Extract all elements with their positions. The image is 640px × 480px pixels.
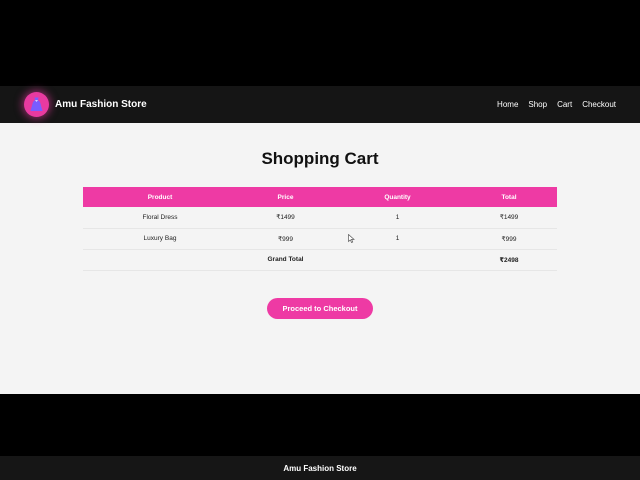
cell-empty (334, 249, 461, 271)
nav-link-checkout[interactable]: Checkout (582, 100, 616, 109)
navbar: Amu Fashion Store Home Shop Cart Checkou… (0, 86, 640, 123)
cell-product: Luxury Bag (83, 228, 237, 250)
nav-link-shop[interactable]: Shop (528, 100, 547, 109)
cell-price: ₹999 (237, 228, 334, 250)
proceed-to-checkout-button[interactable]: Proceed to Checkout (267, 298, 373, 319)
column-header-product: Product (83, 187, 237, 207)
column-header-quantity: Quantity (334, 187, 461, 207)
web-page: Amu Fashion Store Home Shop Cart Checkou… (0, 86, 640, 480)
nav-links: Home Shop Cart Checkout (497, 100, 616, 109)
footer-text: Amu Fashion Store (283, 463, 357, 473)
dress-icon (24, 92, 49, 117)
mouse-cursor-icon (348, 234, 355, 243)
cell-total: ₹1499 (461, 207, 557, 229)
cell-empty (83, 249, 237, 271)
cell-total: ₹999 (461, 228, 557, 250)
nav-link-home[interactable]: Home (497, 100, 518, 109)
table-row: Floral Dress ₹1499 1 ₹1499 (83, 207, 557, 229)
nav-link-cart[interactable]: Cart (557, 100, 572, 109)
footer: Amu Fashion Store (0, 456, 640, 480)
brand[interactable]: Amu Fashion Store (24, 92, 147, 117)
page-title: Shopping Cart (261, 149, 379, 168)
column-header-price: Price (237, 187, 334, 207)
table-row: Luxury Bag ₹999 1 ₹999 (83, 228, 557, 250)
cell-price: ₹1499 (237, 207, 334, 229)
brand-name: Amu Fashion Store (55, 99, 147, 110)
column-header-total: Total (461, 187, 557, 207)
grand-total-value: ₹2498 (461, 249, 557, 271)
grand-total-label: Grand Total (237, 249, 334, 271)
cell-quantity: 1 (334, 207, 461, 229)
cell-product: Floral Dress (83, 207, 237, 229)
cart-table: Product Price Quantity Total Floral Dres… (83, 187, 557, 271)
video-frame: Amu Fashion Store Home Shop Cart Checkou… (0, 0, 640, 480)
grand-total-row: Grand Total ₹2498 (83, 249, 557, 271)
cart-header-row: Product Price Quantity Total (83, 187, 557, 207)
